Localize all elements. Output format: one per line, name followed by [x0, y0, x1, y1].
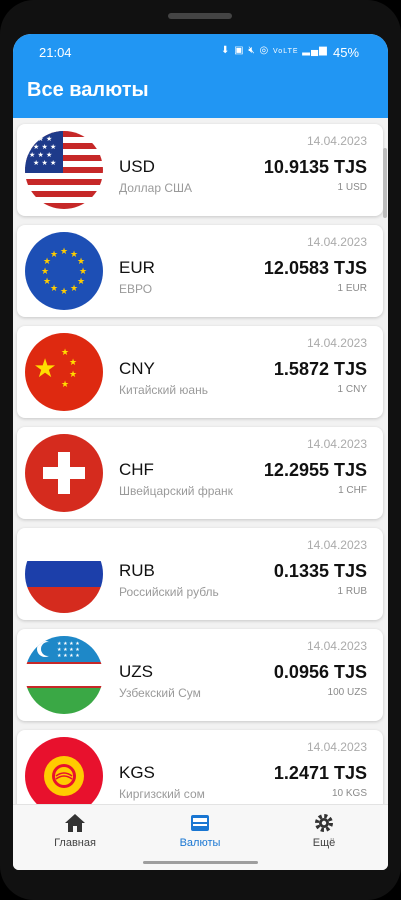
list-scrollbar[interactable]: [383, 148, 387, 218]
currency-name: ЕВРО: [119, 282, 153, 296]
currency-card-cny[interactable]: ★ ★ ★ ★ ★ CNY Китайский юань 14.04.2023 …: [17, 326, 383, 418]
currency-code: CHF: [119, 460, 154, 479]
ru-flag: [25, 535, 103, 613]
currency-card-usd[interactable]: ★ ★ ★ ★ ★ ★ ★ ★ ★ ★ ★ ★ USD Доллар США 1…: [17, 124, 383, 216]
currency-code: RUB: [119, 561, 155, 580]
exchange-rate: 10.9135 TJS: [263, 157, 367, 177]
home-icon: [30, 811, 120, 835]
svg-text:★: ★: [61, 380, 69, 390]
exchange-rate: 1.5872 TJS: [273, 359, 367, 379]
phone-frame: 21:04 ⬇ ▣ 🔇︎ ◎ VoLTE ▂▄▆ 45% Все валюты: [0, 0, 401, 900]
rate-date: 14.04.2023: [306, 235, 367, 249]
eu-flag: ★ ★ ★ ★ ★ ★ ★ ★ ★ ★ ★ ★: [25, 232, 103, 310]
currency-code: EUR: [119, 258, 155, 277]
nav-item-currencies[interactable]: Валюты: [155, 811, 245, 853]
rate-date: 14.04.2023: [306, 740, 367, 754]
svg-text:★: ★: [77, 277, 85, 287]
svg-text:★: ★: [60, 247, 68, 257]
battery-level: 45%: [333, 45, 360, 60]
exchange-rate: 0.0956 TJS: [273, 662, 367, 682]
nav-item-more[interactable]: Ещё: [279, 811, 369, 853]
svg-text:★ ★ ★: ★ ★ ★: [29, 135, 52, 143]
svg-text:★: ★: [33, 354, 56, 384]
speaker-grille: [168, 13, 232, 19]
rate-date: 14.04.2023: [306, 336, 367, 350]
svg-text:★: ★: [77, 257, 85, 267]
rate-unit: 1 CNY: [337, 384, 367, 395]
us-flag: ★ ★ ★ ★ ★ ★ ★ ★ ★ ★ ★ ★: [25, 131, 103, 209]
currency-code: KGS: [119, 763, 155, 782]
uz-flag: ★ ★ ★ ★ ★ ★ ★ ★ ★ ★ ★ ★: [25, 636, 103, 714]
svg-text:★: ★: [61, 348, 69, 358]
currency-name: Узбекский Сум: [119, 686, 201, 700]
currency-icon: [155, 811, 245, 835]
cn-flag: ★ ★ ★ ★ ★: [25, 333, 103, 411]
exchange-rate: 0.1335 TJS: [273, 561, 367, 581]
bottom-navigation: Главная Валюты Ещё: [13, 804, 388, 870]
volte-icon: VoLTE: [273, 48, 299, 55]
svg-text:★ ★ ★: ★ ★ ★: [33, 159, 56, 167]
svg-text:★: ★: [70, 284, 78, 294]
gesture-home-bar[interactable]: [143, 861, 258, 864]
exchange-rate: 12.0583 TJS: [263, 258, 367, 278]
svg-text:★: ★: [43, 277, 51, 287]
nav-label: Валюты: [179, 837, 221, 849]
status-time: 21:04: [39, 45, 72, 60]
currency-card-uzs[interactable]: ★ ★ ★ ★ ★ ★ ★ ★ ★ ★ ★ ★ UZS Узбекский Су…: [17, 629, 383, 721]
rate-date: 14.04.2023: [306, 437, 367, 451]
currency-name: Российский рубль: [119, 585, 219, 599]
app-bar: Все валюты: [13, 70, 388, 118]
download-icon: ⬇: [221, 45, 231, 56]
currency-name: Китайский юань: [119, 383, 208, 397]
nav-label: Ещё: [312, 837, 336, 849]
currency-name: Доллар США: [119, 181, 193, 195]
currency-card-chf[interactable]: CHF Швейцарский франк 14.04.2023 12.2955…: [17, 427, 383, 519]
currency-list[interactable]: ★ ★ ★ ★ ★ ★ ★ ★ ★ ★ ★ ★ USD Доллар США 1…: [13, 118, 388, 804]
svg-text:★ ★ ★: ★ ★ ★: [33, 143, 56, 151]
rate-unit: 1 RUB: [337, 586, 367, 597]
signal-icon: ▂▄▆: [302, 45, 328, 56]
currency-card-rub[interactable]: RUB Российский рубль 14.04.2023 0.1335 T…: [17, 528, 383, 620]
currency-card-kgs[interactable]: KGS Киргизский сом 14.04.2023 1.2471 TJS…: [17, 730, 383, 804]
mute-icon: 🔇︎: [248, 45, 256, 56]
currency-code: CNY: [119, 359, 155, 378]
rate-unit: 100 UZS: [327, 687, 367, 698]
status-bar: 21:04 ⬇ ▣ 🔇︎ ◎ VoLTE ▂▄▆ 45%: [13, 34, 388, 70]
page-title: Все валюты: [27, 79, 149, 101]
rate-unit: 1 USD: [337, 182, 367, 193]
rate-unit: 1 EUR: [337, 283, 367, 294]
svg-text:★: ★: [69, 358, 77, 368]
nav-label: Главная: [54, 837, 96, 849]
svg-text:★: ★: [50, 250, 58, 260]
currency-code: USD: [119, 157, 155, 176]
currency-name: Швейцарский франк: [119, 484, 233, 498]
hotspot-icon: ◎: [259, 45, 270, 56]
svg-text:★: ★: [79, 267, 87, 277]
rate-date: 14.04.2023: [306, 639, 367, 653]
currency-card-eur[interactable]: ★ ★ ★ ★ ★ ★ ★ ★ ★ ★ ★ ★ EUR ЕВРО 14.04.2…: [17, 225, 383, 317]
exchange-rate: 12.2955 TJS: [263, 460, 367, 480]
svg-text:★: ★: [41, 267, 49, 277]
exchange-rate: 1.2471 TJS: [273, 763, 367, 783]
svg-text:★ ★ ★: ★ ★ ★: [29, 151, 52, 159]
image-icon: ▣: [234, 45, 245, 56]
rate-date: 14.04.2023: [306, 134, 367, 148]
gear-icon: [279, 811, 369, 835]
currency-code: UZS: [119, 662, 153, 681]
rate-unit: 10 KGS: [331, 788, 367, 799]
app-screen: 21:04 ⬇ ▣ 🔇︎ ◎ VoLTE ▂▄▆ 45% Все валюты: [13, 34, 388, 870]
kg-flag: [25, 737, 103, 804]
svg-text:★: ★: [60, 287, 68, 297]
currency-name: Киргизский сом: [119, 787, 205, 801]
nav-item-home[interactable]: Главная: [30, 811, 120, 853]
ch-flag: [25, 434, 103, 512]
svg-text:★: ★: [69, 370, 77, 380]
svg-text:★ ★ ★ ★: ★ ★ ★ ★: [57, 653, 80, 659]
status-icons: ⬇ ▣ 🔇︎ ◎ VoLTE ▂▄▆: [221, 45, 328, 56]
rate-date: 14.04.2023: [306, 538, 367, 552]
svg-text:★: ★: [50, 284, 58, 294]
rate-unit: 1 CHF: [338, 485, 367, 496]
